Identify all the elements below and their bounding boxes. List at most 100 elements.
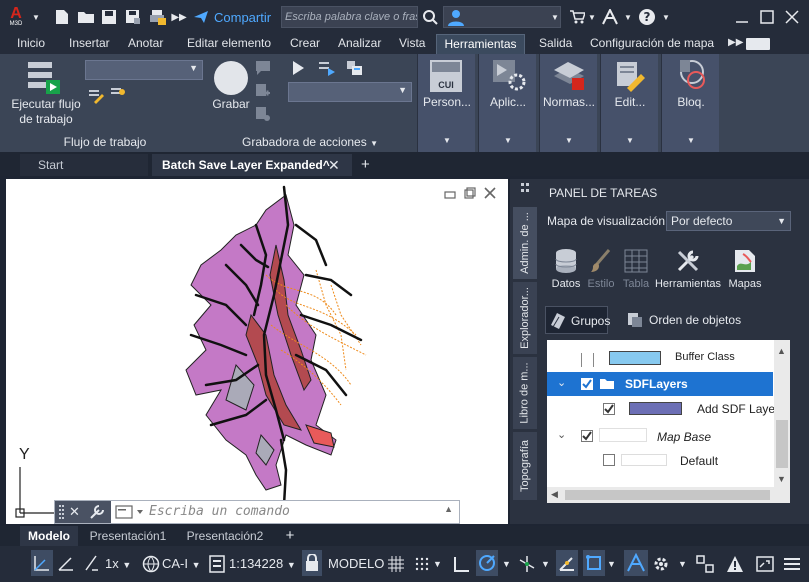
mapas-button[interactable]: Mapas xyxy=(725,248,765,290)
tree-row-add-sdf[interactable]: Add SDF Layer xyxy=(547,396,779,420)
vtab-explorador[interactable]: Explorador... xyxy=(513,282,537,354)
map-select[interactable]: Por defecto ▼ xyxy=(666,211,791,231)
user-dropdown-chevron-icon[interactable]: ▼ xyxy=(550,6,560,28)
new-workflow-icon[interactable] xyxy=(110,86,126,102)
record-button[interactable]: Grabar xyxy=(205,97,257,111)
comment-icon[interactable] xyxy=(255,60,271,76)
tabla-button[interactable]: Tabla xyxy=(620,248,652,290)
grid-icon[interactable] xyxy=(387,554,405,574)
action-macro-dropdown[interactable]: ▼ xyxy=(288,82,412,102)
fullscreen-icon[interactable] xyxy=(756,554,776,574)
viewport-minimize-icon[interactable] xyxy=(444,189,456,199)
open-folder-icon[interactable] xyxy=(76,6,96,28)
workspace-icon[interactable] xyxy=(696,554,716,574)
polar-chevron-icon[interactable]: ▼ xyxy=(502,554,511,574)
tab-insertar[interactable]: Insertar xyxy=(67,34,112,54)
user-account-field[interactable] xyxy=(443,6,561,28)
collapse-icon[interactable]: ⌄ xyxy=(557,376,566,389)
run-workflow-button[interactable]: Ejecutar flujo de trabajo xyxy=(6,97,86,127)
scroll-down-icon[interactable]: ▼ xyxy=(777,474,786,484)
scroll-left-icon[interactable]: ◀ xyxy=(551,489,558,500)
annotation-scale-icon[interactable] xyxy=(624,550,648,576)
settings-gear-icon[interactable] xyxy=(652,554,672,574)
active-drawing-tab[interactable]: Batch Save Layer Expanded^ xyxy=(152,154,352,176)
close-tab-icon[interactable]: ✕ xyxy=(328,154,342,176)
run-workflow-icon[interactable] xyxy=(26,60,62,100)
vtab-admin[interactable]: Admin. de ... xyxy=(513,207,537,279)
estilo-button[interactable]: Estilo xyxy=(585,248,617,290)
start-tab[interactable]: Start xyxy=(20,154,148,176)
autodesk-apps-icon[interactable] xyxy=(600,6,620,28)
tab-vista[interactable]: Vista xyxy=(397,34,427,54)
tab-inicio[interactable]: Inicio xyxy=(15,34,47,54)
task-panel-close-icon[interactable] xyxy=(521,183,531,199)
sdflayers-checkbox[interactable] xyxy=(581,378,593,390)
ribbon-minimize-icon[interactable] xyxy=(746,38,770,50)
share-button[interactable]: Compartir xyxy=(193,6,273,28)
osnap-chevron-icon[interactable]: ▼ xyxy=(607,554,616,574)
default-checkbox[interactable] xyxy=(603,454,615,466)
save-icon[interactable] xyxy=(100,6,118,28)
collapse-icon[interactable]: ⌄ xyxy=(557,428,566,441)
tab-presentacion1[interactable]: Presentación1 xyxy=(82,526,174,546)
tree-vertical-scrollbar[interactable]: ▲ ▼ xyxy=(774,340,790,503)
tab-presentacion2[interactable]: Presentación2 xyxy=(178,526,272,546)
app-menu-button[interactable]: A M3D xyxy=(4,6,28,28)
insert-request-icon[interactable] xyxy=(255,83,271,99)
globe-icon[interactable] xyxy=(142,554,160,574)
herramientas-button[interactable]: Herramientas xyxy=(654,248,722,290)
tab-editar-elemento[interactable]: Editar elemento xyxy=(185,34,273,54)
customize-panel[interactable]: CUI Person... ▼ xyxy=(417,54,475,152)
orden-objetos-tab[interactable]: Orden de objetos xyxy=(624,306,754,334)
datos-button[interactable]: Datos xyxy=(547,248,585,290)
play-list-icon[interactable] xyxy=(318,60,336,76)
workflow-dropdown[interactable]: ▼ xyxy=(85,60,203,80)
close-command-line-icon[interactable]: ✕ xyxy=(69,504,80,520)
apps-chevron-icon[interactable]: ▼ xyxy=(624,6,632,28)
isodraft-chevron-icon[interactable]: ▼ xyxy=(541,554,550,574)
applications-panel[interactable]: Aplic... ▼ xyxy=(478,54,536,152)
more-tools-icon[interactable]: ▶▶ xyxy=(171,6,186,28)
ucs-status-icon[interactable] xyxy=(31,550,53,576)
command-input[interactable]: Escriba un comando xyxy=(149,504,290,519)
object-snap-tracking-icon[interactable] xyxy=(556,550,578,576)
vtab-topografia[interactable]: Topografía xyxy=(513,432,537,500)
tree-row-map-base[interactable]: ⌄ Map Base xyxy=(547,424,773,448)
lock-icon[interactable] xyxy=(302,550,322,576)
search-icon[interactable] xyxy=(421,6,439,28)
annotation-icon[interactable] xyxy=(84,554,100,574)
edit-workflow-icon[interactable] xyxy=(88,88,104,104)
angle-icon[interactable] xyxy=(57,554,77,574)
command-expand-icon[interactable]: ▲ xyxy=(444,504,453,514)
polar-tracking-icon[interactable] xyxy=(476,550,498,576)
tree-row-buffer[interactable]: Buffer Class xyxy=(547,345,773,369)
block-panel[interactable]: Bloq. ▼ xyxy=(661,54,719,152)
help-chevron-icon[interactable]: ▼ xyxy=(662,6,670,28)
viewport-restore-icon[interactable] xyxy=(464,187,476,199)
close-icon[interactable] xyxy=(783,6,801,28)
tab-herramientas[interactable]: Herramientas xyxy=(436,34,525,54)
save-as-icon[interactable] xyxy=(124,6,142,28)
tab-modelo[interactable]: Modelo xyxy=(20,526,78,546)
minimize-icon[interactable] xyxy=(733,6,751,28)
new-tab-icon[interactable]: + xyxy=(361,154,379,176)
map-scale[interactable]: 1:134228 ▼ xyxy=(229,554,296,574)
play-icon[interactable] xyxy=(290,60,306,76)
warning-icon[interactable] xyxy=(726,554,746,574)
scroll-thumb[interactable] xyxy=(776,420,788,468)
snap-icon[interactable] xyxy=(414,554,430,574)
action-recorder-panel-label[interactable]: Grabadora de acciones ▼ xyxy=(240,135,380,149)
map-base-checkbox[interactable] xyxy=(581,430,593,442)
add-sdf-checkbox[interactable] xyxy=(603,403,615,415)
edit-panel[interactable]: Edit... ▼ xyxy=(600,54,658,152)
more-tabs-icon[interactable]: ▶▶ xyxy=(726,34,745,54)
command-grip-icon[interactable] xyxy=(59,505,65,519)
cart-icon[interactable] xyxy=(568,6,586,28)
drawing-canvas[interactable]: Y ✕ Escriba un comando ▲ xyxy=(6,179,508,524)
customize-status-icon[interactable] xyxy=(783,554,803,574)
ortho-icon[interactable] xyxy=(452,554,472,574)
grupos-tab[interactable]: Grupos xyxy=(545,306,610,334)
tab-anotar[interactable]: Anotar xyxy=(126,34,165,54)
scroll-up-icon[interactable]: ▲ xyxy=(777,346,786,356)
model-space-button[interactable]: MODELO xyxy=(328,554,384,574)
